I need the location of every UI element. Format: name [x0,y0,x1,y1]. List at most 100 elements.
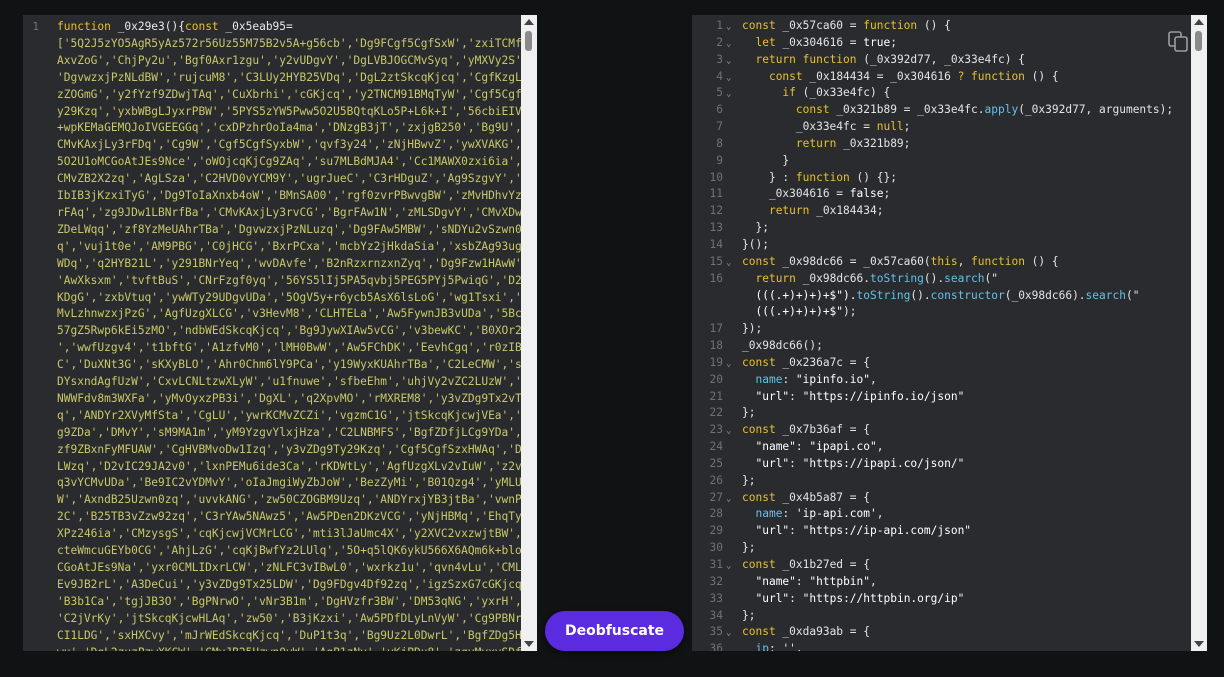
code-token: const [742,355,783,369]
left-scrollbar[interactable] [521,15,537,651]
chevron-down-icon[interactable]: ⌄ [726,53,731,70]
code-line: 36 ip: '', [692,641,1190,651]
code-token: function [795,170,850,184]
chevron-down-icon[interactable]: ⌄ [726,356,731,373]
code-token: name [755,507,783,521]
left-gutter: 1 [23,15,55,651]
code-text: if (_0x33e4fc) { [742,85,890,102]
chevron-down-icon[interactable]: ⌄ [726,491,731,508]
code-token: _0x4b5a87 = { [782,490,870,504]
code-text: }(); [742,237,769,254]
code-line: 12 return _0x184434; [692,203,1190,220]
code-token: }; [742,608,756,622]
code-token: (_0x392d77, arguments); [1018,103,1174,117]
code-token: : [782,507,796,521]
code-line: 8 return _0x321b89; [692,136,1190,153]
scroll-thumb[interactable] [1195,31,1202,51]
scroll-up-arrow-icon[interactable] [524,19,534,25]
obfuscated-code-editor[interactable]: 1 function _0x29e3(){const _0x5eab95= ['5… [23,15,537,651]
code-token: (" [984,271,999,285]
deobfuscated-code-lines[interactable]: 1 ⌄ const _0x57ca60 = function () {2 ⌄ let … [692,18,1190,651]
right-scrollbar[interactable] [1191,15,1207,651]
code-token: "httpbin" [809,574,871,588]
code-token: constructor [930,288,1005,302]
code-line: rFAq','zg9JDw1LBNrfBa','CMvKAxjLy3rvCG',… [57,205,529,219]
code-token: ? function [957,69,1025,83]
code-text: const _0xda93ab = { [742,624,870,641]
line-number: 10 [709,170,723,184]
code-line: AxvZoG','ChjPy2u','Bgf0Axr1zgu','y2vUDgv… [57,53,522,67]
deobfuscated-code-editor[interactable]: 1 ⌄ const _0x57ca60 = function () {2 ⌄ let … [692,15,1207,651]
code-line: 15 ⌄ const _0x98dc66 = _0x57ca60(this, fun… [692,254,1190,271]
code-token: : [795,574,810,588]
code-token: let [755,35,783,49]
code-token: ; [903,120,911,134]
code-token: (). [923,271,945,285]
code-line: 26}; [692,473,1190,490]
code-line: g9ZDa','DMvY','sM9MA1m','yM9YzgvYlxjHza'… [57,425,529,439]
chevron-down-icon[interactable]: ⌄ [726,423,731,440]
code-token: : [795,440,810,454]
chevron-down-icon[interactable]: ⌄ [726,36,731,53]
code-text: return _0x184434; [742,203,884,220]
code-token: _0x184434 = _0x304616 [809,69,958,83]
copy-icon[interactable] [1168,31,1190,53]
scroll-up-arrow-icon[interactable] [1194,19,1204,25]
code-line: DYsxndAgfUzW','CxvLCNLtzwXLyW','u1fnuwe'… [57,375,529,389]
line-number: 34 [709,608,723,622]
code-token: , [876,507,884,521]
line-number: 21 [709,389,723,403]
line-number: 11 [709,187,723,201]
code-line: 20 name: "ipinfo.io", [692,372,1190,389]
chevron-down-icon[interactable]: ⌄ [726,86,731,103]
deobfuscate-button[interactable]: Deobfuscate [545,611,684,651]
code-line: zf9ZBxnFyMFUAW','CgHVBMvoDw1Izq','y3vZDg… [57,442,529,456]
code-line: W','AxndB25Uzwn0zq','uvvkANG','zw50CZOGB… [57,493,529,507]
code-token: _0xda93ab = { [782,625,870,639]
line-number: 9 [716,153,723,167]
code-token: () { [1024,254,1059,268]
line-number: 8 [716,136,723,150]
chevron-down-icon[interactable]: ⌄ [726,19,731,36]
chevron-down-icon[interactable]: ⌄ [726,625,731,642]
scroll-down-arrow-icon[interactable] [524,641,534,647]
code-token: }(); [742,237,769,251]
code-token: _0x304616 = [742,187,850,201]
code-text: _0x304616 = false; [742,186,890,203]
code-token: _0x184434; [816,204,884,218]
code-text: const _0x184434 = _0x304616 ? function (… [742,69,1059,86]
code-line: 31 ⌄ const _0x1b27ed = { [692,557,1190,574]
code-line: 6 const _0x321b89 = _0x33e4fc.apply(_0x3… [692,102,1190,119]
obfuscated-code-text[interactable]: function _0x29e3(){const _0x5eab95= ['5Q2… [57,19,535,651]
code-token: "url" [755,456,790,470]
code-text: }; [742,608,755,625]
scroll-down-arrow-icon[interactable] [1194,641,1204,647]
chevron-down-icon[interactable]: ⌄ [726,70,731,87]
line-number: 26 [709,473,723,487]
code-line: 33 "url": "https://httpbin.org/ip" [692,591,1190,608]
code-text: const _0x7b36af = { [742,422,870,439]
line-number: 32 [709,574,723,588]
code-token: _0x98dc66(); [742,339,823,353]
code-line: 24 "name": "ipapi.co", [692,439,1190,456]
chevron-down-icon[interactable]: ⌄ [726,255,731,272]
line-number: 5 [716,86,723,100]
line-number: 25 [709,456,723,470]
line-number: 28 [709,507,723,521]
code-text: (((.+)+)+)+$").toString().constructor(_0… [742,288,1139,305]
code-line: 'C2jVrKy','jtSkcqKjcwHLAq','zw50','B3jKz… [57,611,529,625]
code-text: return _0x321b89; [742,136,911,153]
code-token: ip [755,642,769,651]
chevron-down-icon[interactable]: ⌄ [726,558,731,575]
code-line: zZOGmG','y2fYzf9ZDwjTAq','CuXbrhi','cGKj… [57,87,529,101]
code-token: return [768,204,817,218]
scroll-thumb[interactable] [525,31,532,51]
line-number: 18 [709,339,723,353]
code-line: 13 }; [692,220,1190,237]
